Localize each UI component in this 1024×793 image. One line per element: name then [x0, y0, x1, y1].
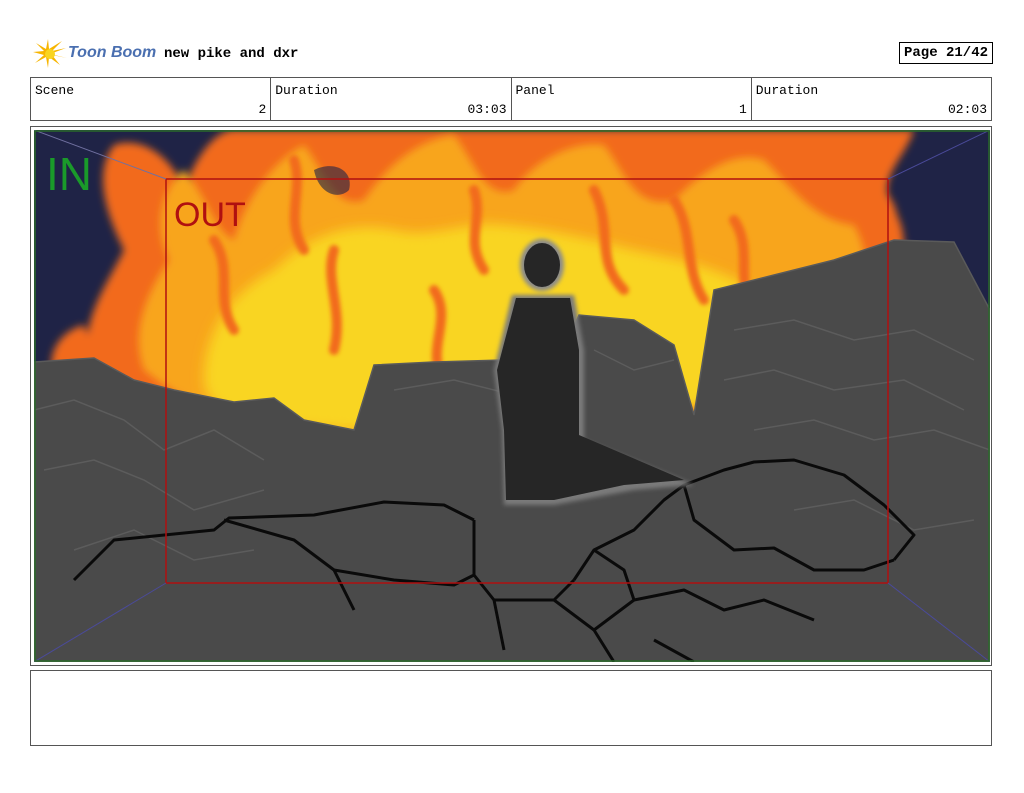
panel-duration-value: 02:03 — [947, 102, 987, 117]
project-title: new pike and dxr — [164, 46, 299, 62]
storyboard-header: Toon Boom new pike and dxr Page 21/42 — [30, 38, 994, 70]
panel-label: Panel — [515, 83, 555, 98]
panel-duration-label: Duration — [755, 83, 819, 98]
burst-icon — [33, 39, 67, 68]
scene-duration-value: 03:03 — [467, 102, 507, 117]
panel-duration-cell: Duration 02:03 — [752, 78, 991, 120]
storyboard-panel-drawing: IN OUT — [34, 130, 990, 662]
scene-duration-cell: Duration 03:03 — [271, 78, 512, 120]
page-number: Page 21/42 — [898, 42, 993, 64]
scene-duration-label: Duration — [275, 83, 338, 98]
panel-info-row: Scene 2 Duration 03:03 Panel 1 Duration … — [30, 77, 992, 121]
panel-cell: Panel 1 — [512, 78, 752, 120]
scene-cell: Scene 2 — [31, 78, 272, 120]
toon-boom-logo: Toon Boom — [32, 38, 162, 70]
scene-value: 2 — [258, 102, 267, 117]
in-label: IN — [46, 148, 92, 200]
out-label: OUT — [174, 196, 246, 234]
logo-wordmark: Toon Boom — [68, 44, 157, 61]
panel-value: 1 — [738, 102, 747, 117]
scene-label: Scene — [35, 83, 75, 98]
panel-notes-box[interactable] — [30, 670, 992, 746]
